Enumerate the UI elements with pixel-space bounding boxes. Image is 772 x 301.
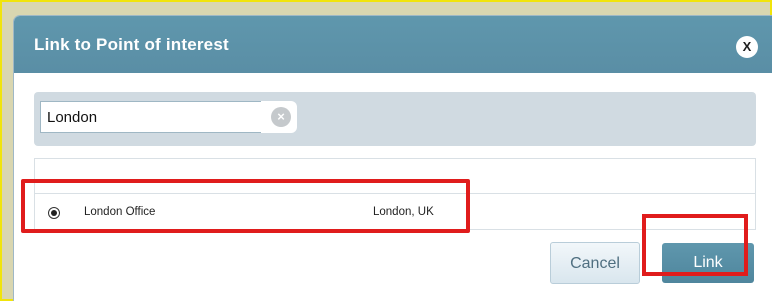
cancel-button[interactable]: Cancel (550, 242, 640, 284)
link-highlight-box (642, 214, 748, 276)
result-highlight-box (21, 179, 470, 233)
dialog-title: Link to Point of interest (34, 35, 229, 54)
search-input[interactable] (40, 101, 276, 133)
close-button[interactable]: X (736, 36, 758, 58)
search-panel: × (34, 92, 756, 146)
clear-icon[interactable]: × (271, 107, 291, 127)
clear-search-button[interactable]: × (261, 101, 297, 133)
dialog-titlebar: Link to Point of interest X (14, 16, 772, 73)
